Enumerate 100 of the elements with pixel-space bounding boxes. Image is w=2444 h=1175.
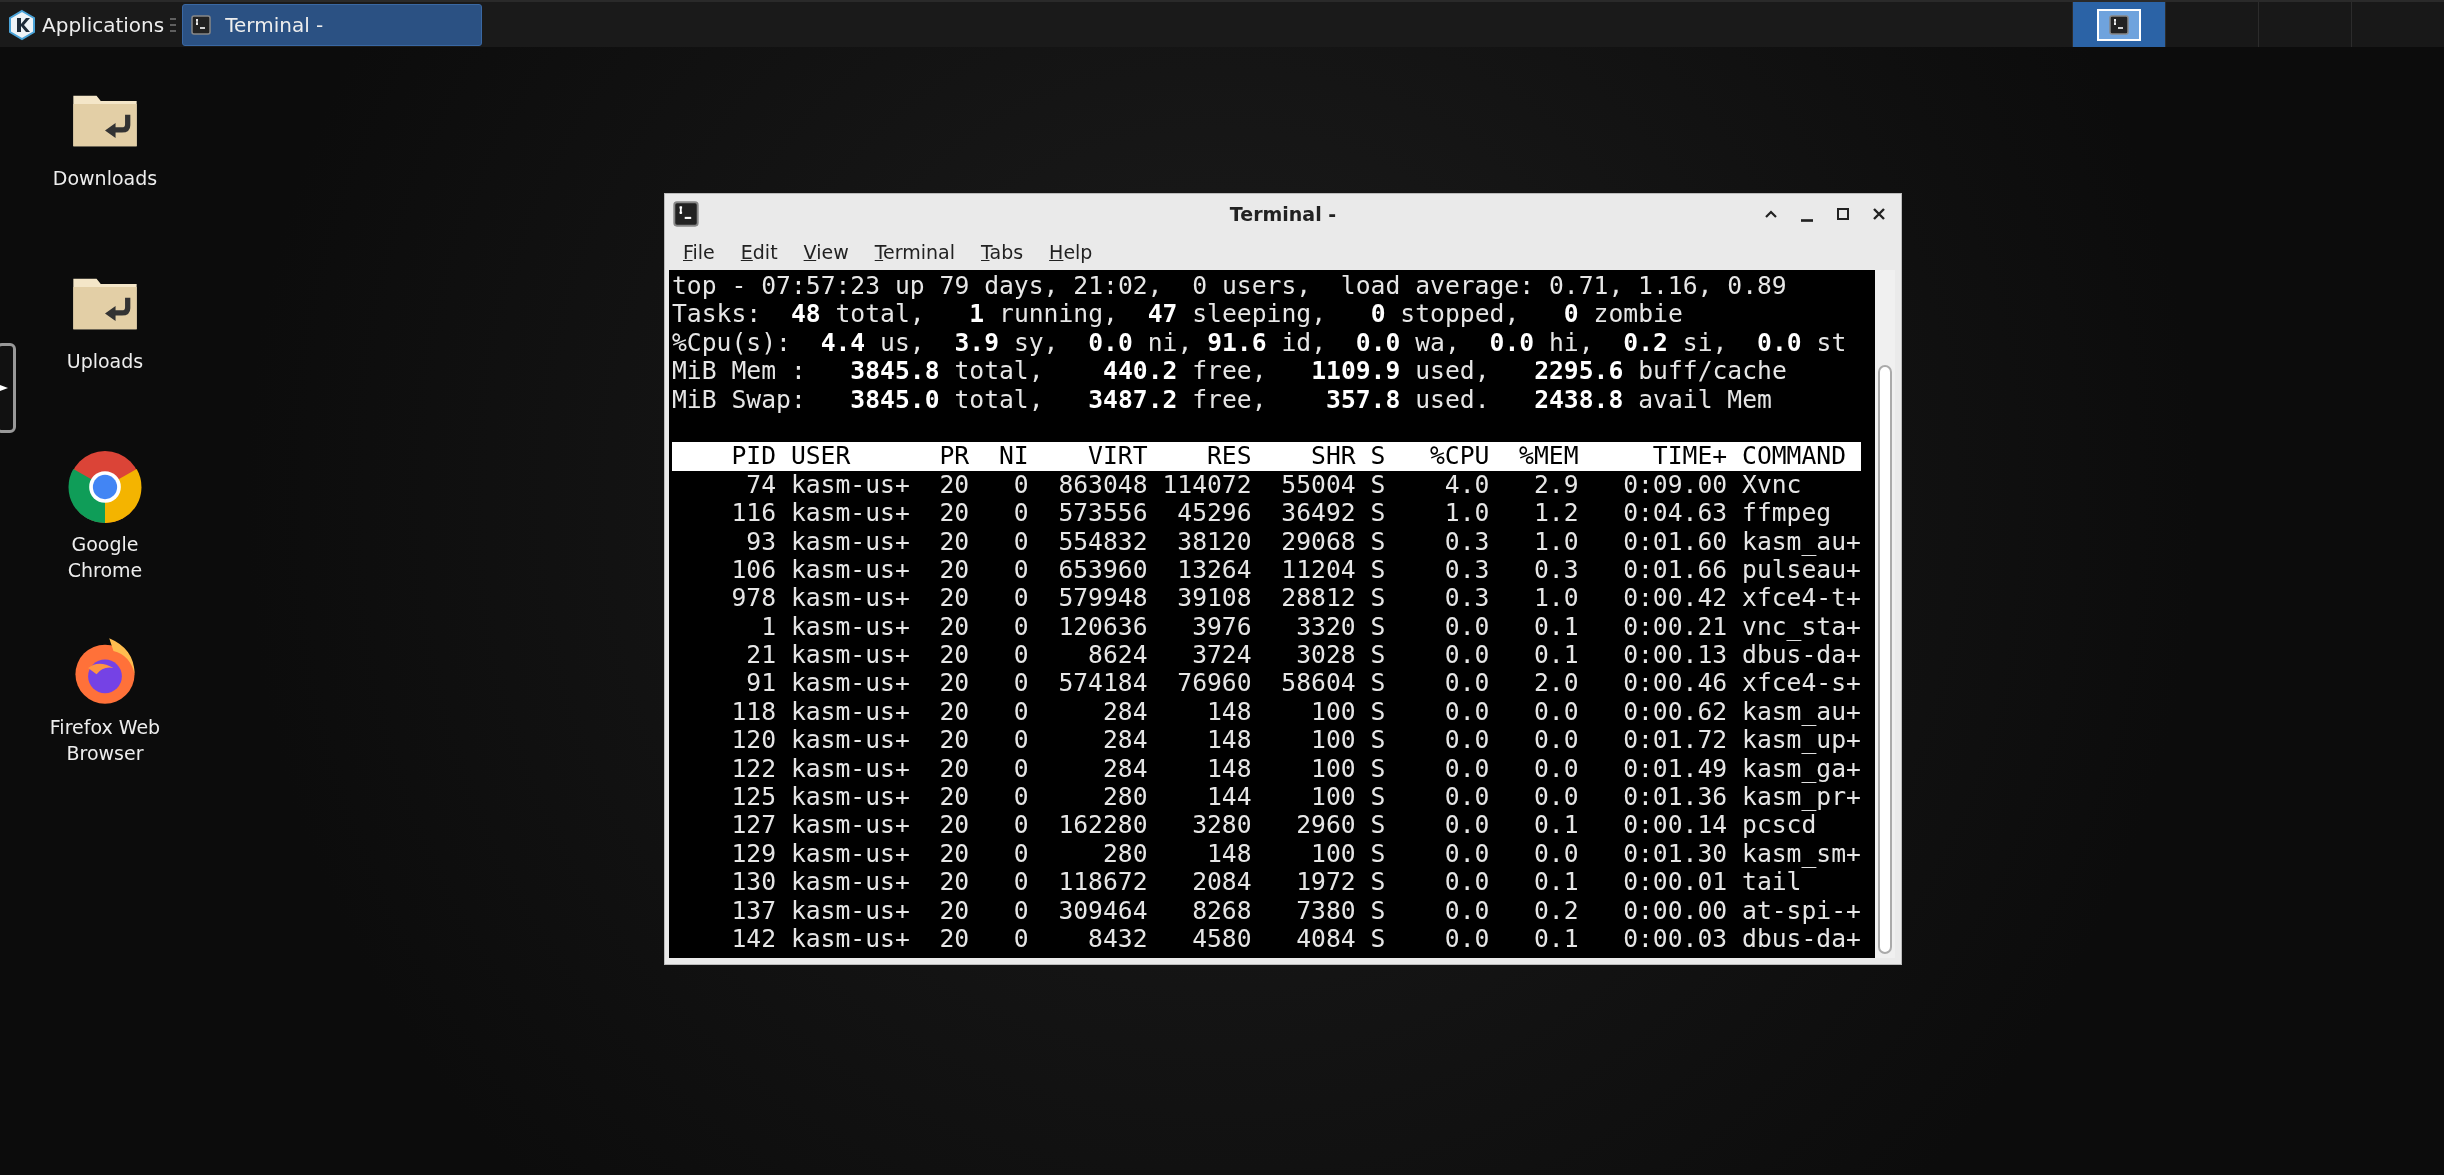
table-cell-text: 0.0 [1532,783,1579,812]
table-cell-text: S [1369,896,1386,925]
column-header: %MEM [1518,442,1579,471]
table-cell-text: 28812 [1280,584,1356,613]
workspace-button[interactable] [2072,2,2165,47]
menu-item[interactable]: File [683,241,715,263]
table-cell-text: kasm-us+ [789,697,910,727]
table-cell-text: 148 [1206,839,1252,869]
side-panel-handle[interactable] [0,343,16,433]
applications-menu[interactable]: Applications [0,2,165,47]
window-button[interactable]: Terminal - [182,3,483,46]
desktop-shortcut-label: Downloads [51,166,159,191]
summary-line: %Cpu(s): 4.4 us, 3.9 sy, 0.0 ni, 91.6 id, 0.0 wa, 0.0 hi, 0.2 si, 0.0 st [672,328,1847,358]
desktop-shortcut-label: Firefox Web Browser [48,715,162,766]
table-cell-text: 280 [1101,783,1148,812]
table-cell-text: 130 [730,868,777,897]
table-cell-text: 0:09.00 [1622,470,1728,500]
menu-item[interactable]: View [803,241,849,263]
table-cell-text: kasm-us+ [789,896,910,925]
table-cell-text: 106 [730,555,777,585]
table-cell-text: 2084 [1191,868,1252,897]
table-cell-text: kasm-us+ [789,499,910,528]
table-cell-text: S [1369,783,1386,812]
scrollbar[interactable] [1875,270,1895,958]
table-cell-text: 284 [1101,726,1148,755]
desktop-shortcut[interactable]: Firefox Web Browser [42,632,168,815]
table-cell-text: 0:00.46 [1622,669,1728,698]
table-cell-text: 0.0 [1443,839,1490,869]
desktop-shortcut[interactable]: Uploads [42,266,168,449]
table-cell-text: 114072 [1161,470,1252,500]
menu-item[interactable]: Tabs [981,241,1024,263]
table-cell-text: 7380 [1295,896,1356,925]
desktop-shortcut[interactable]: Downloads [42,83,168,266]
table-cell-text: kasm-us+ [789,612,910,642]
table-cell-text: 120 [730,726,777,755]
table-cell-text: 0.3 [1532,555,1579,585]
table-cell-text: 0:01.36 [1622,783,1728,812]
table-cell-text: 1.0 [1532,584,1579,613]
table-cell-text: 142 [730,925,777,954]
table-cell-text: 0.0 [1443,868,1490,897]
column-header: COMMAND [1741,442,1848,471]
table-cell-text: S [1369,754,1386,784]
table-cell-text: 0:00.13 [1622,641,1728,670]
summary-line: MiB Mem : 3845.8 total, 440.2 free, 1109.9 used, 2295.6 buff/cache [672,357,1787,386]
table-cell-text: 116 [730,499,777,528]
table-cell-text: 284 [1101,754,1148,784]
table-cell-text: 20 [938,726,970,755]
table-cell-text: S [1369,555,1386,585]
table-cell-text: 162280 [1057,811,1148,840]
menu-item[interactable]: Help [1049,241,1093,263]
table-cell-text: 0.3 [1443,555,1490,585]
table-cell-text: 4.0 [1443,470,1490,500]
terminal-icon [2109,14,2129,35]
scrollbar-thumb[interactable] [1878,365,1892,954]
table-cell-text: 129 [730,839,777,869]
table-cell-text: 863048 [1057,470,1148,500]
table-cell-text: 58604 [1280,669,1356,698]
table-cell-text: 0.0 [1443,641,1490,670]
desktop-shortcut[interactable]: Google Chrome [42,449,168,632]
table-cell-text: 0.0 [1443,783,1490,812]
table-cell-text: vnc_sta+ [1741,612,1861,642]
table-cell-text: 0 [1012,925,1029,954]
table-cell-text: 8624 [1087,641,1148,670]
table-cell-text: 1.2 [1532,499,1579,528]
table-cell-text: 20 [938,925,970,954]
summary-line: Tasks: 48 total, 1 running, 47 sleeping, 0 stopped, 0 zombie [672,300,1683,329]
table-cell-text: 0.3 [1443,584,1490,613]
table-cell-text: kasm-us+ [789,641,910,670]
table-cell-text: kasm-us+ [789,925,910,954]
close-icon [1871,206,1887,222]
table-cell-text: 100 [1310,697,1356,727]
table-cell-text: 0 [1012,527,1029,556]
table-cell-text: 20 [938,527,970,556]
table-cell-text: 0:01.60 [1622,527,1728,556]
table-cell-text: 3976 [1191,612,1252,642]
table-cell-text: S [1369,584,1386,613]
table-cell-text: 36492 [1280,499,1356,528]
table-cell-text: 13264 [1176,555,1252,585]
table-cell-text: kasm-us+ [789,754,910,784]
table-cell-text: 4084 [1295,925,1356,954]
table-cell-text: 0.0 [1532,697,1579,727]
table-cell-text: xfce4-t+ [1741,584,1861,613]
table-cell-text: 0.1 [1532,811,1579,840]
terminal-icon [191,14,212,35]
menu-item[interactable]: Terminal [874,241,956,263]
table-cell-text: kasm-us+ [789,868,910,897]
table-cell-text: 3028 [1295,641,1356,670]
table-cell-text: 93 [745,527,777,556]
table-cell-text: 8432 [1087,925,1148,954]
table-cell-text: 0.2 [1532,896,1579,925]
table-cell-text: pulseau+ [1741,555,1861,585]
table-cell-text: 0.0 [1443,754,1490,784]
table-cell-text: 20 [938,811,970,840]
table-cell-text: 1.0 [1532,527,1579,556]
menu-item[interactable]: Edit [740,241,778,263]
table-cell-text: 0:00.42 [1622,584,1728,613]
maximize-icon [1835,206,1851,222]
table-cell-text: 20 [938,470,970,500]
column-header: PID [730,442,777,471]
table-cell-text: at-spi-+ [1741,896,1861,925]
